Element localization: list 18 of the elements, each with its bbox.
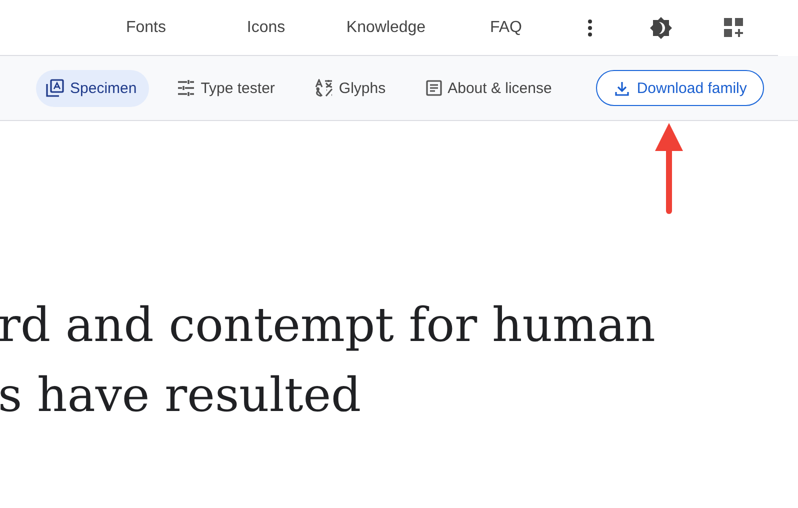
apps-icon[interactable]	[724, 18, 744, 38]
tab[interactable]: Glyphs	[304, 70, 398, 106]
document-icon	[426, 80, 442, 96]
sliders-icon	[176, 80, 195, 96]
specimen-icon	[46, 79, 64, 97]
nav-link[interactable]: Fonts	[126, 18, 166, 36]
theme-icon[interactable]	[649, 16, 673, 40]
specimen-text: s have resulted	[0, 367, 362, 425]
tab[interactable]: About & license	[416, 70, 564, 106]
glyphs-icon	[314, 79, 333, 97]
nav-link[interactable]: FAQ	[490, 18, 522, 36]
nav-link[interactable]: Icons	[246, 18, 286, 36]
download-icon	[614, 80, 629, 96]
tab[interactable]: Type tester	[166, 70, 287, 106]
more-icon[interactable]	[587, 18, 593, 36]
tab[interactable]: Specimen	[36, 70, 149, 106]
nav-link[interactable]: Knowledge	[346, 18, 426, 36]
download-button[interactable]: Download family	[596, 70, 764, 106]
